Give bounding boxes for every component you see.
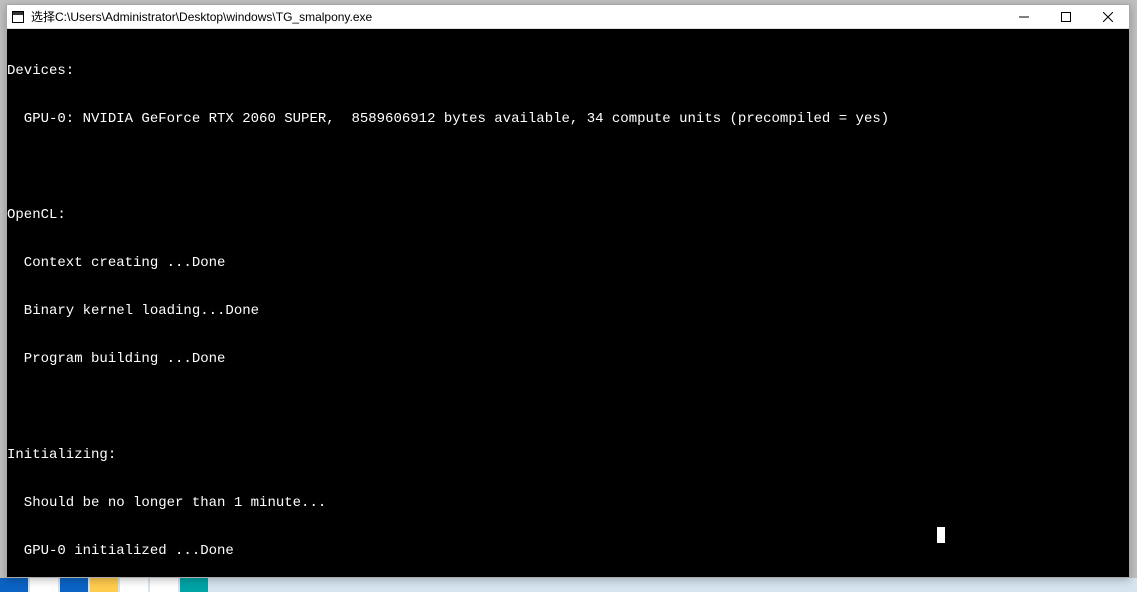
console-window: 选择C:\Users\Administrator\Desktop\windows… bbox=[6, 4, 1130, 578]
console-line bbox=[7, 399, 1129, 415]
maximize-button[interactable] bbox=[1045, 5, 1087, 29]
app-icon bbox=[7, 6, 29, 28]
console-line: Program building ...Done bbox=[7, 351, 1129, 367]
console-output[interactable]: Devices: GPU-0: NVIDIA GeForce RTX 2060 … bbox=[7, 29, 1129, 577]
taskbar-item-3[interactable] bbox=[60, 578, 88, 592]
taskbar-icons bbox=[0, 578, 1137, 592]
console-line: Context creating ...Done bbox=[7, 255, 1129, 271]
console-line: GPU-0 initialized ...Done bbox=[7, 543, 1129, 559]
taskbar-item-4[interactable] bbox=[90, 578, 118, 592]
console-line: Should be no longer than 1 minute... bbox=[7, 495, 1129, 511]
taskbar-item-1[interactable] bbox=[0, 578, 28, 592]
window-title: 选择C:\Users\Administrator\Desktop\windows… bbox=[29, 8, 1003, 25]
minimize-button[interactable] bbox=[1003, 5, 1045, 29]
taskbar-item-6[interactable] bbox=[150, 578, 178, 592]
close-icon bbox=[1103, 12, 1113, 22]
console-line: GPU-0: NVIDIA GeForce RTX 2060 SUPER, 85… bbox=[7, 111, 1129, 127]
console-line: Devices: bbox=[7, 63, 1129, 79]
taskbar bbox=[0, 578, 1137, 592]
console-line: Binary kernel loading...Done bbox=[7, 303, 1129, 319]
titlebar[interactable]: 选择C:\Users\Administrator\Desktop\windows… bbox=[7, 5, 1129, 29]
console-line bbox=[7, 159, 1129, 175]
minimize-icon bbox=[1019, 12, 1029, 22]
console-line: OpenCL: bbox=[7, 207, 1129, 223]
taskbar-item-2[interactable] bbox=[30, 578, 58, 592]
taskbar-item-7[interactable] bbox=[180, 578, 208, 592]
taskbar-item-5[interactable] bbox=[120, 578, 148, 592]
window-controls bbox=[1003, 5, 1129, 29]
close-button[interactable] bbox=[1087, 5, 1129, 29]
console-line: Initializing: bbox=[7, 447, 1129, 463]
maximize-icon bbox=[1061, 12, 1071, 22]
text-cursor bbox=[937, 527, 945, 543]
